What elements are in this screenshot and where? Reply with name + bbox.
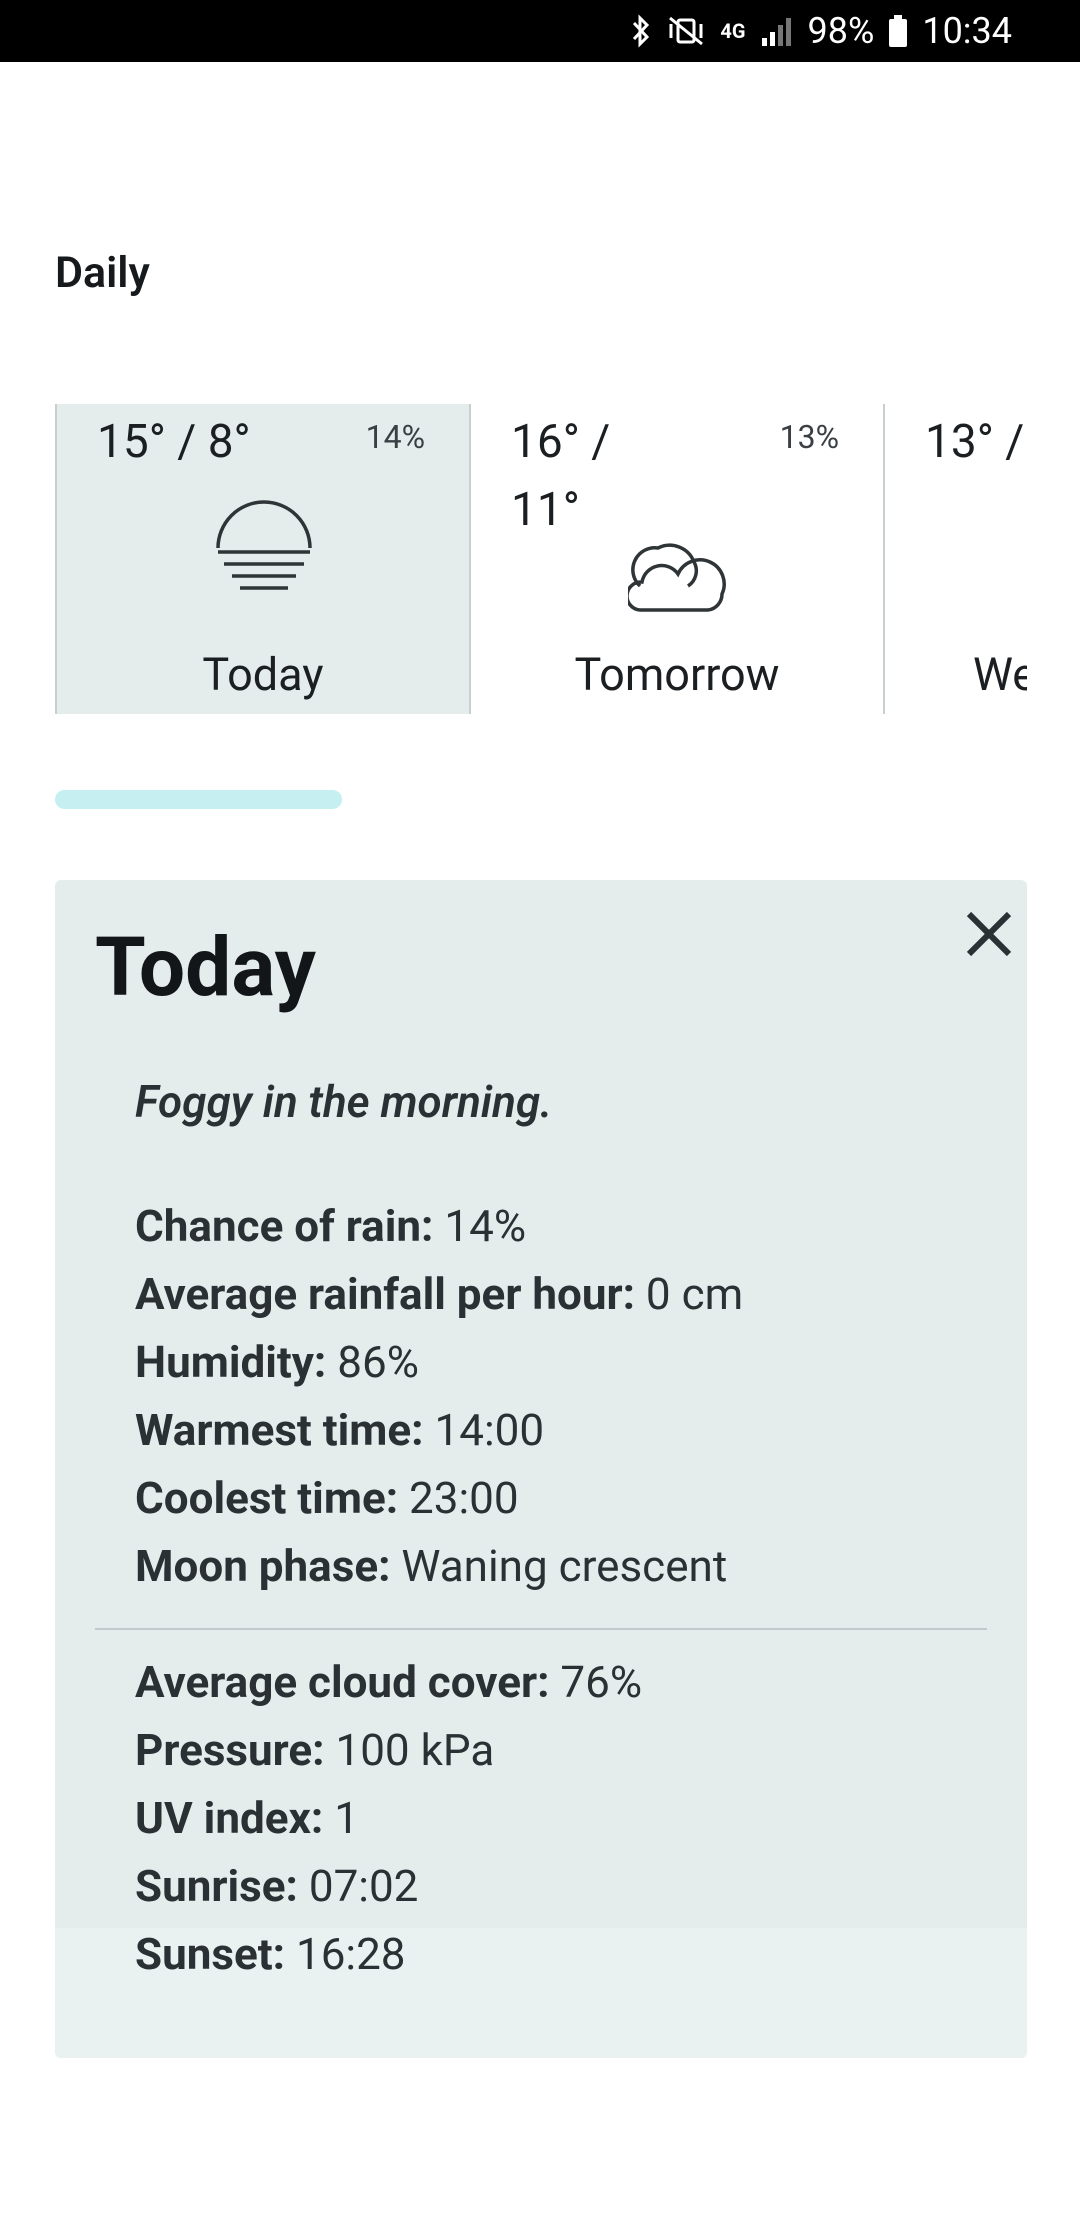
detail-title: Today bbox=[95, 920, 316, 1016]
day-label: Tomorrow bbox=[574, 648, 780, 701]
network-type-label: 4G bbox=[720, 19, 746, 43]
close-button[interactable] bbox=[955, 900, 1023, 968]
close-icon bbox=[966, 911, 1012, 957]
divider bbox=[95, 1628, 987, 1630]
battery-icon bbox=[888, 14, 908, 48]
day-card-today[interactable]: 15° / 8° 14% Today bbox=[55, 404, 469, 714]
daily-forecast-carousel[interactable]: 15° / 8° 14% Today 16° / 11° 13% Tomorro… bbox=[55, 404, 1027, 714]
fact-sunset: Sunset: 16:28 bbox=[135, 1928, 406, 1980]
day-card-wednesday[interactable]: 13° / We bbox=[883, 404, 1027, 714]
temp-range: 15° / 8° bbox=[97, 415, 251, 469]
detail-facts-extra: Average cloud cover: 76% Pressure: 100 k… bbox=[135, 1648, 642, 1988]
precip-chance: 13% bbox=[779, 418, 839, 456]
fact-moon-phase: Moon phase: Waning crescent bbox=[135, 1540, 728, 1592]
vibrate-mute-icon bbox=[666, 14, 706, 48]
fog-icon bbox=[214, 496, 314, 600]
fact-warmest-time: Warmest time: 14:00 bbox=[135, 1404, 545, 1456]
day-label: We bbox=[973, 648, 1027, 701]
precip-chance: 14% bbox=[365, 418, 425, 456]
fact-rainfall: Average rainfall per hour: 0 cm bbox=[135, 1268, 744, 1320]
day-label: Today bbox=[202, 648, 324, 701]
day-detail-panel: Today Foggy in the morning. Chance of ra… bbox=[55, 880, 1027, 2058]
battery-percent: 98% bbox=[807, 10, 875, 52]
status-bar: 4G 98% 10:34 bbox=[0, 0, 1080, 62]
temp-range: 13° / bbox=[925, 415, 1025, 469]
fact-sunrise: Sunrise: 07:02 bbox=[135, 1860, 419, 1912]
fact-chance-of-rain: Chance of rain: 14% bbox=[135, 1200, 527, 1252]
bluetooth-icon bbox=[630, 14, 652, 48]
fact-uv-index: UV index: 1 bbox=[135, 1792, 359, 1844]
status-icons: 4G 98% 10:34 bbox=[630, 0, 1012, 62]
fact-coolest-time: Coolest time: 23:00 bbox=[135, 1472, 519, 1524]
fact-humidity: Humidity: 86% bbox=[135, 1336, 419, 1388]
signal-icon bbox=[760, 14, 794, 48]
fact-pressure: Pressure: 100 kPa bbox=[135, 1724, 495, 1776]
carousel-scroll-indicator[interactable] bbox=[55, 790, 342, 809]
fact-cloud-cover: Average cloud cover: 76% bbox=[135, 1656, 643, 1708]
detail-facts: Chance of rain: 14% Average rainfall per… bbox=[135, 1192, 743, 1600]
forecast-summary: Foggy in the morning. bbox=[135, 1076, 553, 1128]
section-title: Daily bbox=[55, 248, 150, 298]
cloudy-icon bbox=[625, 536, 728, 620]
day-card-tomorrow[interactable]: 16° / 11° 13% Tomorrow bbox=[469, 404, 883, 714]
clock: 10:34 bbox=[922, 10, 1012, 52]
temp-range: 16° / 11° bbox=[511, 415, 611, 537]
